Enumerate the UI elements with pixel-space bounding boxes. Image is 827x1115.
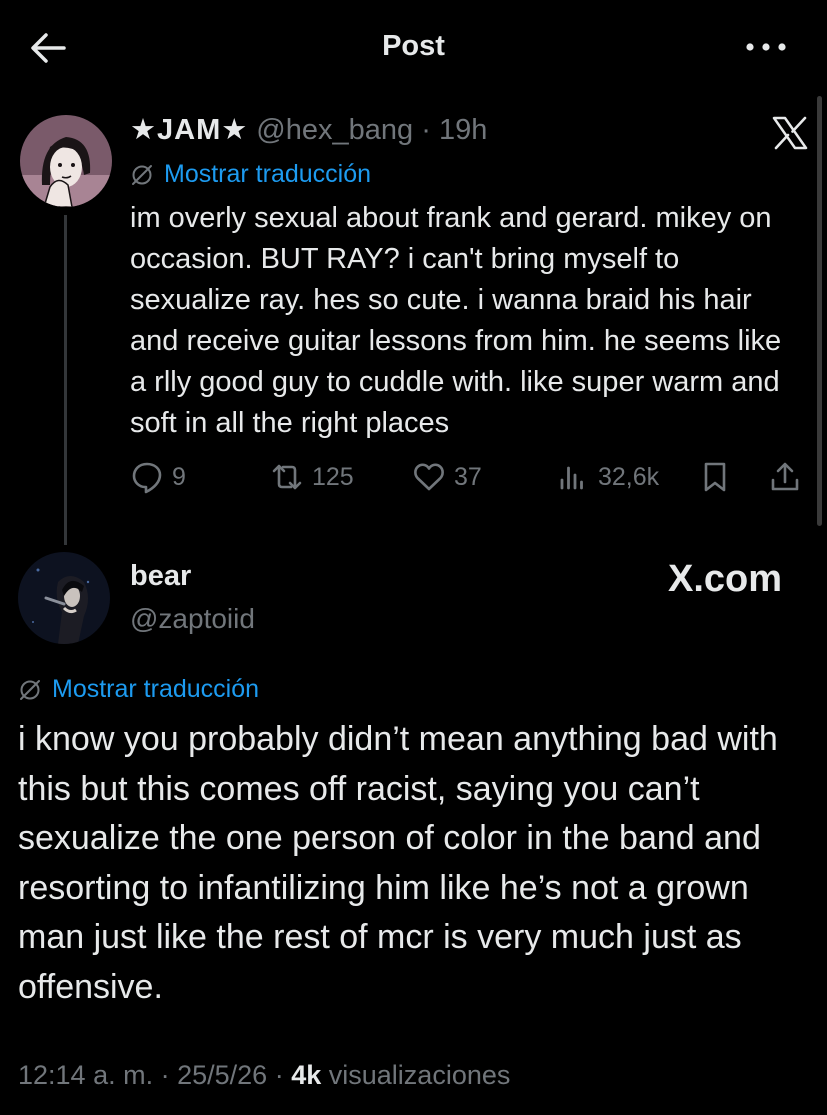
x-logo-icon xyxy=(772,116,808,150)
views-count: 32,6k xyxy=(598,462,660,491)
translate-link[interactable]: Mostrar traducción xyxy=(130,160,371,189)
scrollbar[interactable] xyxy=(817,96,822,526)
display-name[interactable]: ★JAM★ xyxy=(130,114,248,146)
post-date[interactable]: 25/5/26 xyxy=(177,1060,267,1090)
display-name[interactable]: bear xyxy=(130,560,191,593)
more-horizontal-icon xyxy=(746,43,786,51)
more-button[interactable] xyxy=(744,30,788,64)
repost-button[interactable]: 125 xyxy=(270,460,354,494)
bookmark-button[interactable] xyxy=(698,460,732,494)
avatar-photo-icon xyxy=(18,552,110,644)
views-button[interactable]: 32,6k xyxy=(556,460,659,494)
post-time[interactable]: 12:14 a. m. xyxy=(18,1060,153,1090)
page-title: Post xyxy=(382,30,445,62)
post-time[interactable]: 19h xyxy=(439,114,487,146)
avatar-drawing-icon xyxy=(20,115,112,207)
reply-icon xyxy=(132,462,162,494)
thread-line xyxy=(64,215,67,545)
quoted-post-text: im overly sexual about frank and gerard.… xyxy=(130,202,782,439)
translate-icon xyxy=(20,679,40,700)
separator: · xyxy=(421,114,431,146)
bookmark-icon xyxy=(704,462,726,492)
analytics-icon xyxy=(560,466,583,490)
translate-icon xyxy=(132,164,152,185)
share-button[interactable] xyxy=(768,460,802,494)
like-button[interactable]: 37 xyxy=(412,460,482,494)
heart-icon xyxy=(414,463,444,491)
avatar[interactable] xyxy=(18,552,110,644)
reply-button[interactable]: 9 xyxy=(130,460,186,494)
like-count: 37 xyxy=(454,462,482,491)
translate-label: Mostrar traducción xyxy=(52,675,260,703)
xcom-watermark: X.com xyxy=(668,558,783,600)
post-meta: 12:14 a. m. · 25/5/26 · 4k visualizacion… xyxy=(18,1060,511,1090)
top-bar: Post xyxy=(0,0,827,92)
handle[interactable]: @zaptoiid xyxy=(130,603,255,635)
reply-count: 9 xyxy=(172,462,186,491)
quoted-post-header: ★JAM★ @hex_bang · 19h xyxy=(130,112,487,147)
views-count: 4k xyxy=(291,1060,322,1090)
share-icon xyxy=(771,462,799,491)
translate-label: Mostrar traducción xyxy=(164,160,372,188)
translate-link[interactable]: Mostrar traducción xyxy=(18,675,259,704)
avatar[interactable] xyxy=(20,115,112,207)
repost-count: 125 xyxy=(312,462,354,491)
repost-icon xyxy=(272,464,302,490)
handle[interactable]: @hex_bang xyxy=(256,114,413,146)
reply-post-text: i know you probably didn’t mean anything… xyxy=(18,720,778,1006)
views-label: visualizaciones xyxy=(328,1060,511,1090)
post-actions: 9 125 37 32,6k xyxy=(130,460,810,504)
